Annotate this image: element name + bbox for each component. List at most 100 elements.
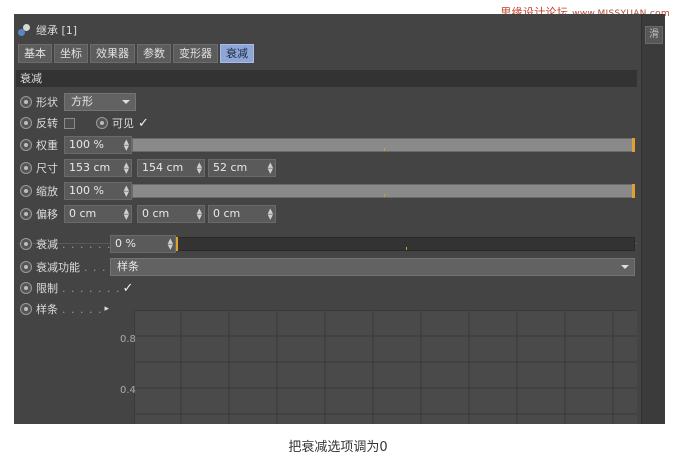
size-x-value: 153 cm	[69, 161, 111, 174]
offset-y-input[interactable]: 0 cm ▲ ▼	[137, 205, 205, 223]
weight-value: 100 %	[69, 138, 104, 151]
tab-parameter[interactable]: 参数	[137, 44, 171, 63]
row-invert: 反转	[20, 114, 75, 132]
falloff-input[interactable]: 0 % ▲ ▼	[110, 235, 176, 253]
falloff-label: 衰减	[36, 238, 58, 251]
offset-x-input[interactable]: 0 cm ▲ ▼	[64, 205, 132, 223]
shape-label: 形状	[36, 96, 58, 109]
offset-x-value: 0 cm	[69, 207, 97, 220]
scale-label: 缩放	[36, 185, 58, 198]
scale-input[interactable]: 100 % ▲ ▼	[64, 182, 132, 200]
stepper-icon[interactable]: ▲ ▼	[124, 139, 129, 152]
clamp-checkmark-icon[interactable]: ✓	[122, 282, 133, 295]
size-y-input[interactable]: 154 cm ▲ ▼	[137, 159, 205, 177]
slider-midpoint-tick	[383, 148, 385, 151]
row-offset: 偏移	[20, 205, 58, 223]
radio-icon[interactable]	[96, 117, 108, 129]
offset-z-value: 0 cm	[213, 207, 241, 220]
radio-icon[interactable]	[20, 303, 32, 315]
stepper-icon[interactable]: ▲ ▼	[124, 208, 129, 221]
visible-checkmark-icon[interactable]: ✓	[138, 117, 149, 130]
tab-bar: 基本 坐标 效果器 参数 变形器 衰减	[18, 44, 254, 63]
spline-graph[interactable]	[134, 310, 637, 424]
inheritance-object-icon	[18, 24, 30, 36]
falloff-slider[interactable]	[176, 237, 635, 251]
row-spline: 样条 . . . . . ▸	[20, 300, 109, 318]
falloff-function-value: 样条	[117, 260, 139, 273]
shape-dropdown[interactable]: 方形	[64, 93, 136, 111]
size-label: 尺寸	[36, 162, 58, 175]
size-y-value: 154 cm	[142, 161, 184, 174]
slider-midpoint-tick	[405, 247, 407, 250]
invert-label: 反转	[36, 117, 58, 130]
radio-icon[interactable]	[20, 96, 32, 108]
stepper-icon[interactable]: ▲ ▼	[197, 162, 202, 175]
offset-z-input[interactable]: 0 cm ▲ ▼	[208, 205, 276, 223]
radio-icon[interactable]	[20, 185, 32, 197]
row-shape: 形状	[20, 93, 58, 111]
expand-arrow-icon[interactable]: ▸	[104, 304, 109, 314]
spline-label: 样条	[36, 303, 58, 316]
scale-value: 100 %	[69, 184, 104, 197]
falloff-function-label: 衰减功能	[36, 261, 80, 274]
slider-midpoint-tick	[383, 194, 385, 197]
stepper-icon[interactable]: ▲ ▼	[168, 238, 173, 251]
visible-label: 可见	[112, 117, 134, 130]
scale-slider[interactable]	[132, 184, 635, 198]
graph-y-tick: 0.8	[120, 334, 136, 345]
row-visible: 可见 ✓	[96, 114, 149, 132]
slider-handle[interactable]	[632, 138, 635, 152]
row-size: 尺寸	[20, 159, 58, 177]
slider-handle[interactable]	[176, 237, 178, 251]
object-titlebar: 继承 [1]	[18, 22, 77, 38]
caption: 把衰减选项调为0	[288, 440, 388, 455]
spline-dots: . . . . .	[62, 302, 103, 316]
tab-deformer[interactable]: 变形器	[173, 44, 218, 63]
side-tab[interactable]: 滑	[645, 26, 663, 44]
radio-icon[interactable]	[20, 208, 32, 220]
stepper-icon[interactable]: ▲ ▼	[268, 162, 273, 175]
weight-slider[interactable]	[132, 138, 635, 152]
row-scale: 缩放	[20, 182, 58, 200]
weight-label: 权重	[36, 139, 58, 152]
object-title: 继承 [1]	[36, 24, 78, 37]
weight-input[interactable]: 100 % ▲ ▼	[64, 136, 132, 154]
falloff-value: 0 %	[115, 237, 136, 250]
row-weight: 权重	[20, 136, 58, 154]
shape-value: 方形	[71, 95, 93, 108]
row-clamp: 限制 . . . . . . . ✓	[20, 279, 133, 297]
chevron-down-icon	[621, 265, 629, 269]
clamp-dots: . . . . . . .	[62, 281, 121, 295]
radio-icon[interactable]	[20, 117, 32, 129]
stepper-icon[interactable]: ▲ ▼	[268, 208, 273, 221]
invert-checkbox[interactable]	[64, 117, 75, 129]
falloff-function-dropdown[interactable]: 样条	[110, 258, 635, 276]
tab-coord[interactable]: 坐标	[54, 44, 88, 63]
attribute-panel: 继承 [1] 基本 坐标 效果器 参数 变形器 衰减 衰减 形状 方形 反转 可…	[14, 14, 665, 424]
right-side-bar: 滑	[641, 14, 665, 424]
tab-falloff[interactable]: 衰减	[220, 44, 254, 63]
radio-icon[interactable]	[20, 139, 32, 151]
row-falloff-function: 衰减功能 . . . .	[20, 258, 115, 276]
radio-icon[interactable]	[20, 162, 32, 174]
size-x-input[interactable]: 153 cm ▲ ▼	[64, 159, 132, 177]
size-z-input[interactable]: 52 cm ▲ ▼	[208, 159, 276, 177]
stepper-icon[interactable]: ▲ ▼	[124, 185, 129, 198]
chevron-down-icon	[122, 100, 130, 104]
tab-basic[interactable]: 基本	[18, 44, 52, 63]
panel-content: 继承 [1] 基本 坐标 效果器 参数 变形器 衰减 衰减 形状 方形 反转 可…	[14, 14, 641, 424]
slider-handle[interactable]	[632, 184, 635, 198]
graph-y-tick: 0.4	[120, 385, 136, 396]
row-falloff: 衰减 . . . . . . .	[20, 235, 120, 253]
offset-label: 偏移	[36, 208, 58, 221]
section-header-falloff: 衰减	[16, 70, 637, 87]
stepper-icon[interactable]: ▲ ▼	[197, 208, 202, 221]
offset-y-value: 0 cm	[142, 207, 170, 220]
stepper-icon[interactable]: ▲ ▼	[124, 162, 129, 175]
clamp-label: 限制	[36, 282, 58, 295]
radio-icon[interactable]	[20, 238, 32, 250]
radio-icon[interactable]	[20, 261, 32, 273]
radio-icon[interactable]	[20, 282, 32, 294]
spline-graph-grid	[134, 310, 637, 424]
tab-effector[interactable]: 效果器	[90, 44, 135, 63]
